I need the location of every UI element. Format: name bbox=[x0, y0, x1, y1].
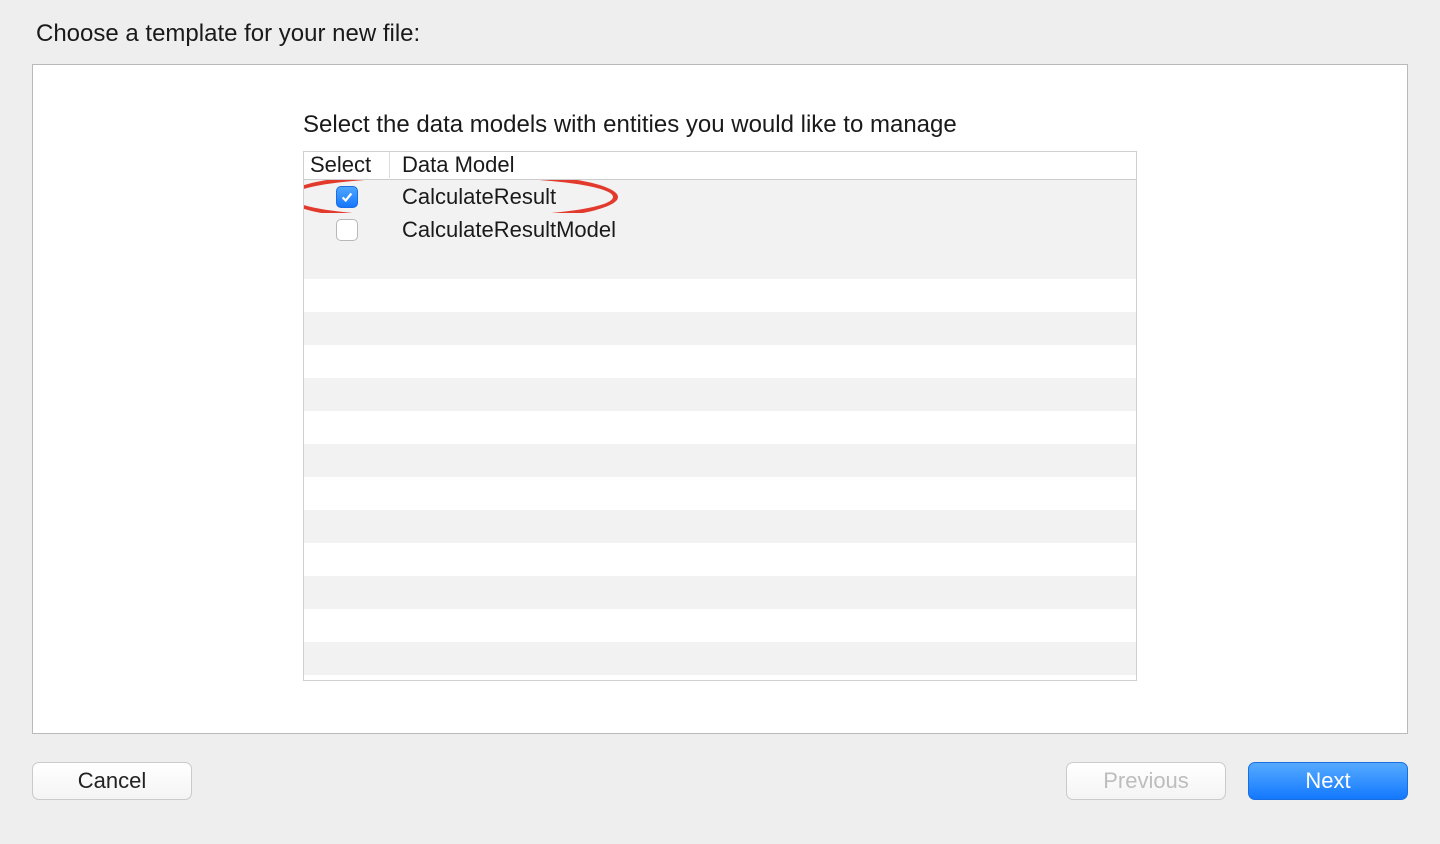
column-header-data-model[interactable]: Data Model bbox=[390, 152, 1136, 178]
table-row-empty bbox=[304, 411, 1136, 444]
table-row-empty bbox=[304, 444, 1136, 477]
button-bar: Cancel Previous Next bbox=[0, 734, 1440, 800]
previous-button: Previous bbox=[1066, 762, 1226, 800]
cell-select bbox=[304, 219, 390, 241]
table-body: CalculateResult CalculateResultModel bbox=[304, 180, 1136, 680]
checkbox[interactable] bbox=[336, 186, 358, 208]
page-title: Choose a template for your new file: bbox=[0, 0, 1440, 64]
data-model-name: CalculateResultModel bbox=[390, 217, 1136, 243]
data-model-table: Select Data Model CalculateResultCalcula… bbox=[303, 151, 1137, 681]
table-row-empty bbox=[304, 543, 1136, 576]
table-row-empty bbox=[304, 477, 1136, 510]
cancel-button[interactable]: Cancel bbox=[32, 762, 192, 800]
table-row-empty bbox=[304, 279, 1136, 312]
column-header-select[interactable]: Select bbox=[304, 152, 390, 178]
cell-select bbox=[304, 186, 390, 208]
table-row-empty bbox=[304, 246, 1136, 279]
data-model-name: CalculateResult bbox=[390, 184, 1136, 210]
table-row-empty bbox=[304, 576, 1136, 609]
next-button[interactable]: Next bbox=[1248, 762, 1408, 800]
table-row-empty bbox=[304, 510, 1136, 543]
table-row-empty bbox=[304, 609, 1136, 642]
table-header: Select Data Model bbox=[304, 152, 1136, 180]
instruction-text: Select the data models with entities you… bbox=[303, 111, 1137, 139]
table-row[interactable]: CalculateResult bbox=[304, 180, 1136, 213]
table-row-empty bbox=[304, 345, 1136, 378]
checkbox[interactable] bbox=[336, 219, 358, 241]
table-row[interactable]: CalculateResultModel bbox=[304, 213, 1136, 246]
table-row-empty bbox=[304, 312, 1136, 345]
content-panel: Select the data models with entities you… bbox=[32, 64, 1408, 734]
table-row-empty bbox=[304, 378, 1136, 411]
table-row-empty bbox=[304, 642, 1136, 675]
